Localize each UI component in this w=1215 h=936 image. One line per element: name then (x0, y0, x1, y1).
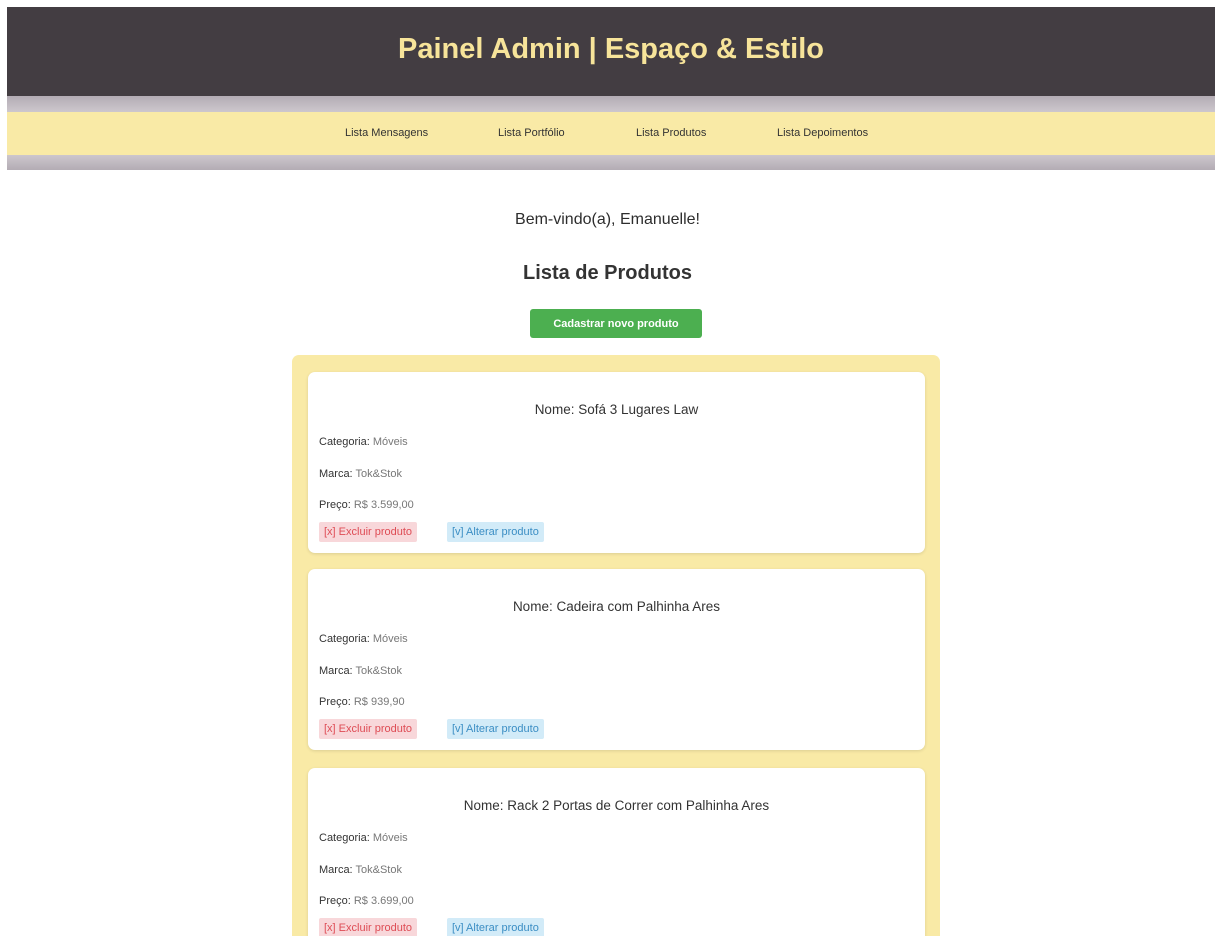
delete-product-button[interactable]: [x] Excluir produto (319, 918, 418, 936)
category-value: Móveis (372, 436, 408, 448)
product-list: Nome: Sofá 3 Lugares Law Categoria: Móve… (292, 355, 940, 936)
price-value: R$ 3.599,00 (353, 499, 414, 511)
product-price: Preço: R$ 3.599,00 (319, 499, 414, 511)
add-product-button[interactable]: Cadastrar novo produto (530, 309, 702, 338)
product-name: Nome: Cadeira com Palhinha Ares (512, 599, 721, 614)
price-value: R$ 939,90 (353, 696, 405, 708)
header: Painel Admin | Espaço & Estilo (7, 7, 1215, 96)
nav-link-portfolio[interactable]: Lista Portfólio (498, 112, 565, 155)
price-label: Preço: (319, 499, 351, 511)
nav-link-produtos[interactable]: Lista Produtos (636, 112, 706, 155)
category-label: Categoria: (319, 436, 370, 448)
product-brand: Marca: Tok&Stok (319, 468, 402, 480)
product-card: Nome: Sofá 3 Lugares Law Categoria: Móve… (308, 372, 925, 553)
header-divider (7, 96, 1215, 112)
category-value: Móveis (372, 832, 408, 844)
product-category: Categoria: Móveis (319, 832, 408, 844)
delete-product-button[interactable]: [x] Excluir produto (319, 719, 418, 739)
section-title: Lista de Produtos (523, 262, 692, 284)
nav-link-mensagens[interactable]: Lista Mensagens (345, 112, 428, 155)
product-category: Categoria: Móveis (319, 436, 408, 448)
price-value: R$ 3.699,00 (353, 895, 414, 907)
brand-value: Tok&Stok (355, 468, 402, 480)
nav-divider (7, 155, 1215, 170)
price-label: Preço: (319, 696, 351, 708)
category-value: Móveis (372, 633, 408, 645)
brand-label: Marca: (319, 864, 353, 876)
product-price: Preço: R$ 939,90 (319, 696, 405, 708)
page-title: Painel Admin | Espaço & Estilo (397, 33, 825, 65)
product-card: Nome: Cadeira com Palhinha Ares Categori… (308, 569, 925, 750)
nav-link-depoimentos[interactable]: Lista Depoimentos (777, 112, 868, 155)
price-label: Preço: (319, 895, 351, 907)
brand-value: Tok&Stok (355, 864, 402, 876)
category-label: Categoria: (319, 832, 370, 844)
brand-label: Marca: (319, 665, 353, 677)
product-price: Preço: R$ 3.699,00 (319, 895, 414, 907)
nav-bar: Lista Mensagens Lista Portfólio Lista Pr… (7, 112, 1215, 155)
admin-page: Painel Admin | Espaço & Estilo Lista Men… (0, 0, 1215, 936)
product-card: Nome: Rack 2 Portas de Correr com Palhin… (308, 768, 925, 936)
product-name: Nome: Sofá 3 Lugares Law (534, 402, 699, 417)
product-brand: Marca: Tok&Stok (319, 864, 402, 876)
product-name: Nome: Rack 2 Portas de Correr com Palhin… (463, 798, 770, 813)
brand-label: Marca: (319, 468, 353, 480)
product-brand: Marca: Tok&Stok (319, 665, 402, 677)
edit-product-button[interactable]: [v] Alterar produto (447, 719, 544, 739)
brand-value: Tok&Stok (355, 665, 402, 677)
delete-product-button[interactable]: [x] Excluir produto (319, 522, 418, 542)
edit-product-button[interactable]: [v] Alterar produto (447, 918, 544, 936)
welcome-message: Bem-vindo(a), Emanuelle! (515, 211, 700, 228)
category-label: Categoria: (319, 633, 370, 645)
product-category: Categoria: Móveis (319, 633, 408, 645)
edit-product-button[interactable]: [v] Alterar produto (447, 522, 544, 542)
